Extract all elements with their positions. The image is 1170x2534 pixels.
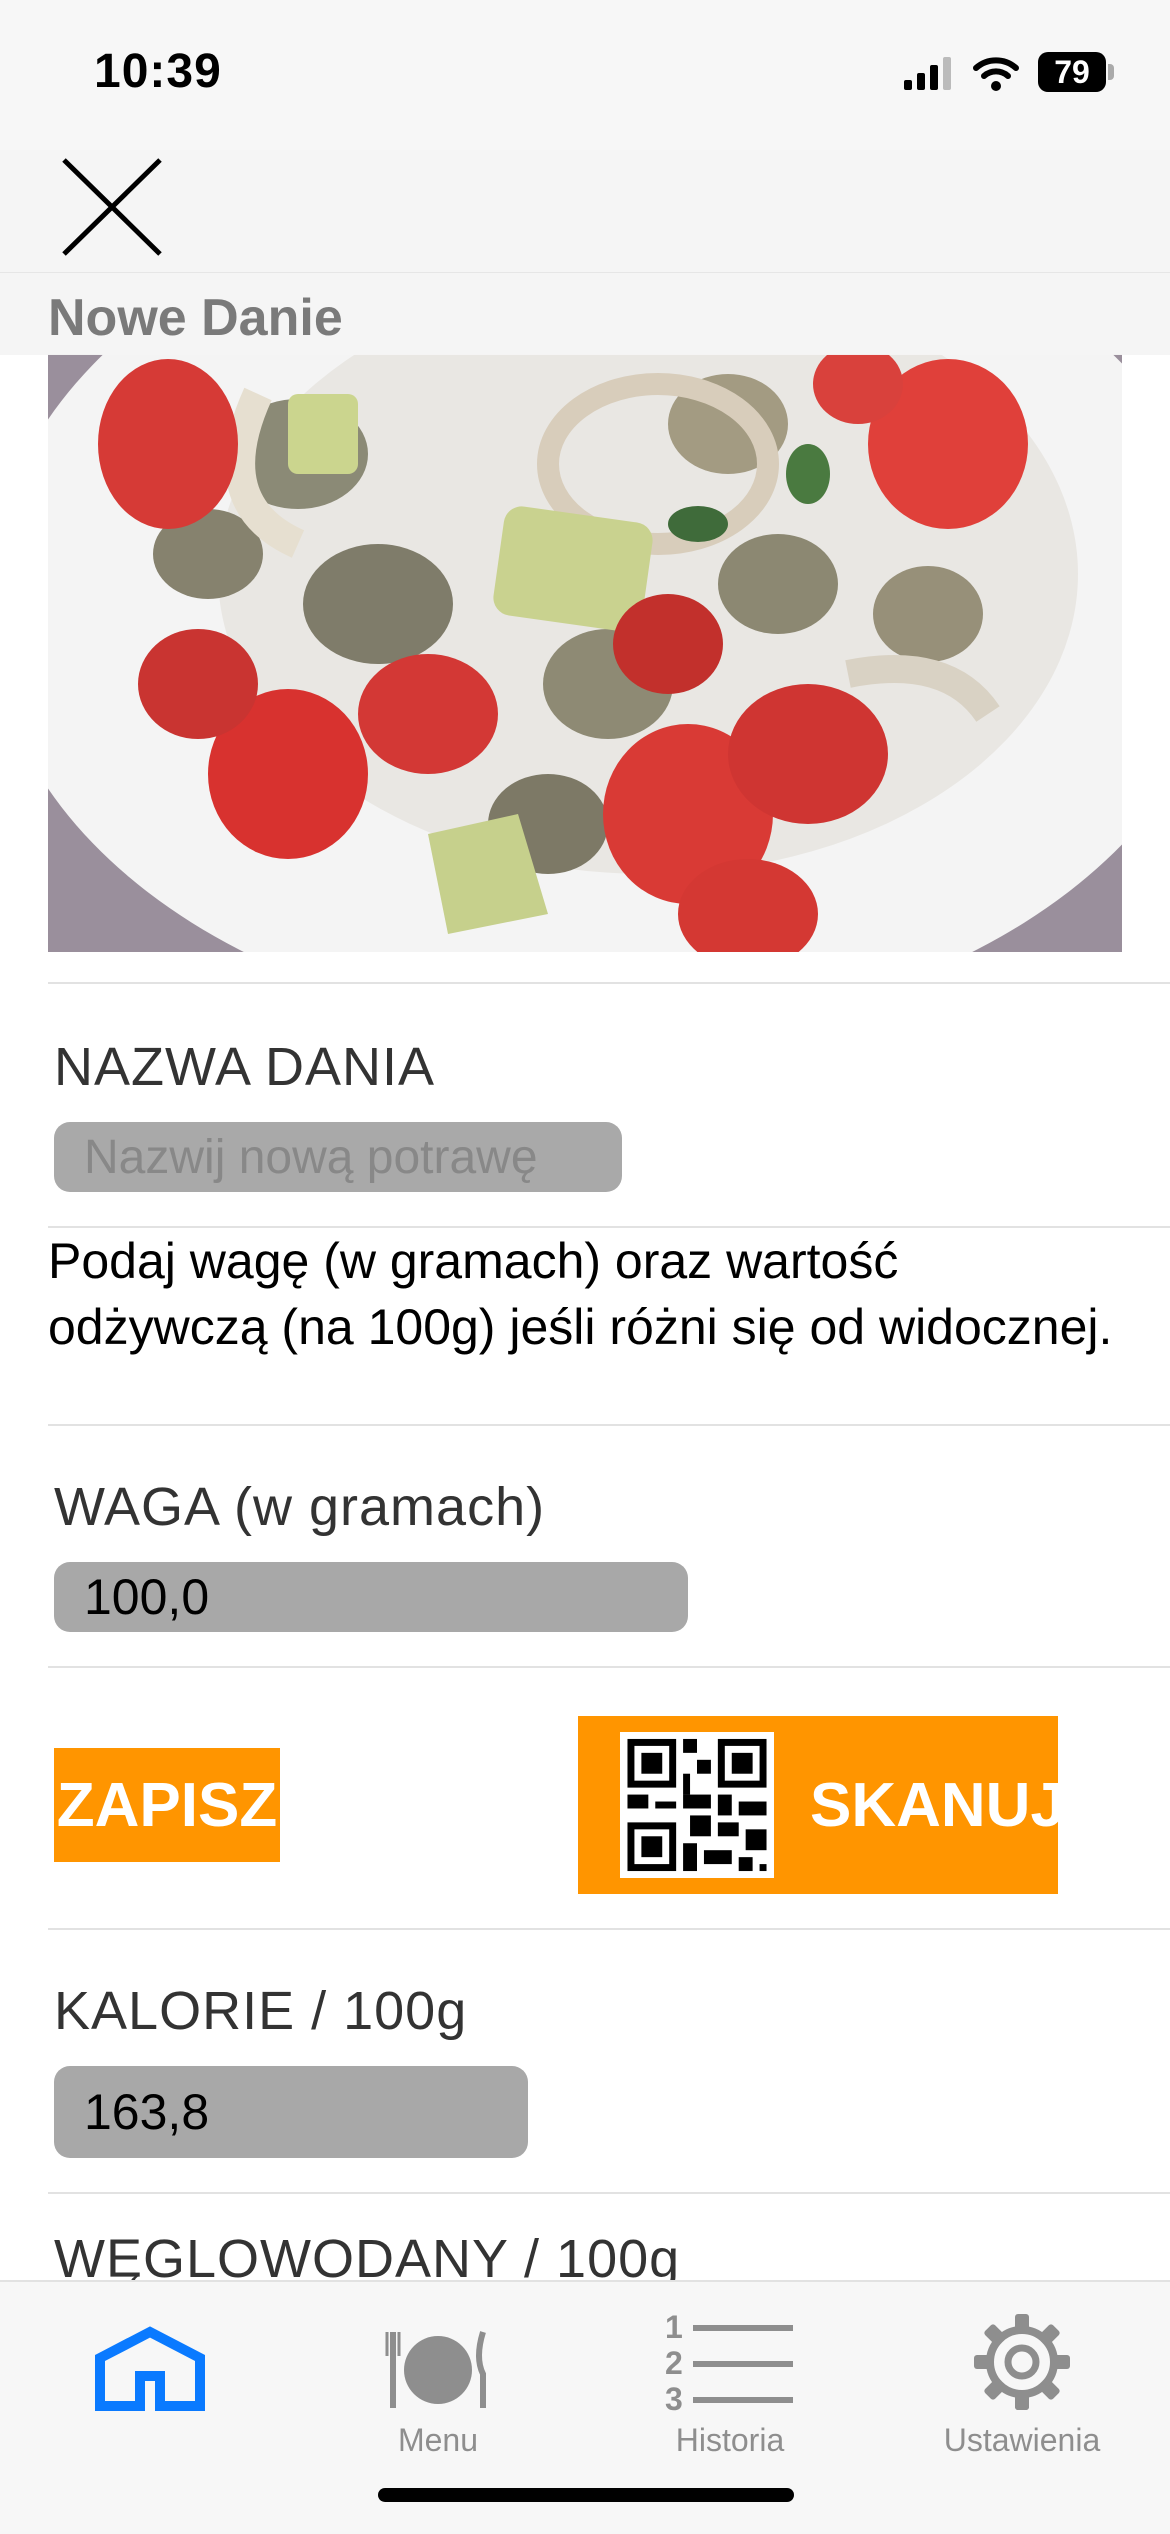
tab-home[interactable] [40,2302,260,2472]
gear-icon [972,2302,1072,2412]
scan-label: SKANUJ [810,1770,1065,1840]
divider [48,982,1170,984]
battery-tip [1108,64,1114,80]
home-icon [94,2302,206,2412]
tab-history[interactable]: 1 2 3 Historia [620,2302,840,2472]
divider [48,1424,1170,1426]
svg-text:1: 1 [665,2309,683,2345]
weight-input[interactable] [54,1562,688,1632]
calories-label: KALORIE / 100g [54,1981,468,2041]
scan-button[interactable]: SKANUJ [578,1716,1065,1894]
tab-menu[interactable]: Menu [328,2302,548,2472]
divider [48,1666,1170,1668]
dish-photo [48,354,1122,952]
tab-settings-label: Ustawienia [943,2422,1101,2458]
divider [48,2192,1170,2194]
battery-level: 79 [1054,53,1090,90]
list-icon: 1 2 3 [665,2302,795,2412]
svg-text:3: 3 [665,2381,683,2412]
divider [48,1928,1170,1930]
qr-code-icon [620,1732,774,1878]
dish-name-label: NAZWA DANIA [54,1037,436,1097]
dish-name-input[interactable] [54,1122,622,1192]
tab-history-label: Historia [675,2422,785,2458]
weight-label: WAGA (w gramach) [54,1477,546,1537]
home-indicator [378,2488,794,2502]
cellular-signal-icon [904,57,951,90]
status-time: 10:39 [94,45,222,98]
calories-input[interactable] [54,2066,528,2158]
battery-icon: 79 [1038,52,1106,92]
plate-icon [383,2302,493,2412]
close-icon[interactable] [52,148,172,268]
save-button[interactable]: ZAPISZ [54,1748,280,1862]
tab-settings[interactable]: Ustawienia [912,2302,1132,2472]
tab-menu-label: Menu [397,2422,479,2458]
wifi-icon [973,57,1019,91]
info-text: Podaj wagę (w gramach) oraz wartość odży… [48,1233,1113,1355]
navigation-bar [0,150,1170,272]
svg-text:2: 2 [665,2345,683,2381]
page-title: Nowe Danie [48,289,343,347]
